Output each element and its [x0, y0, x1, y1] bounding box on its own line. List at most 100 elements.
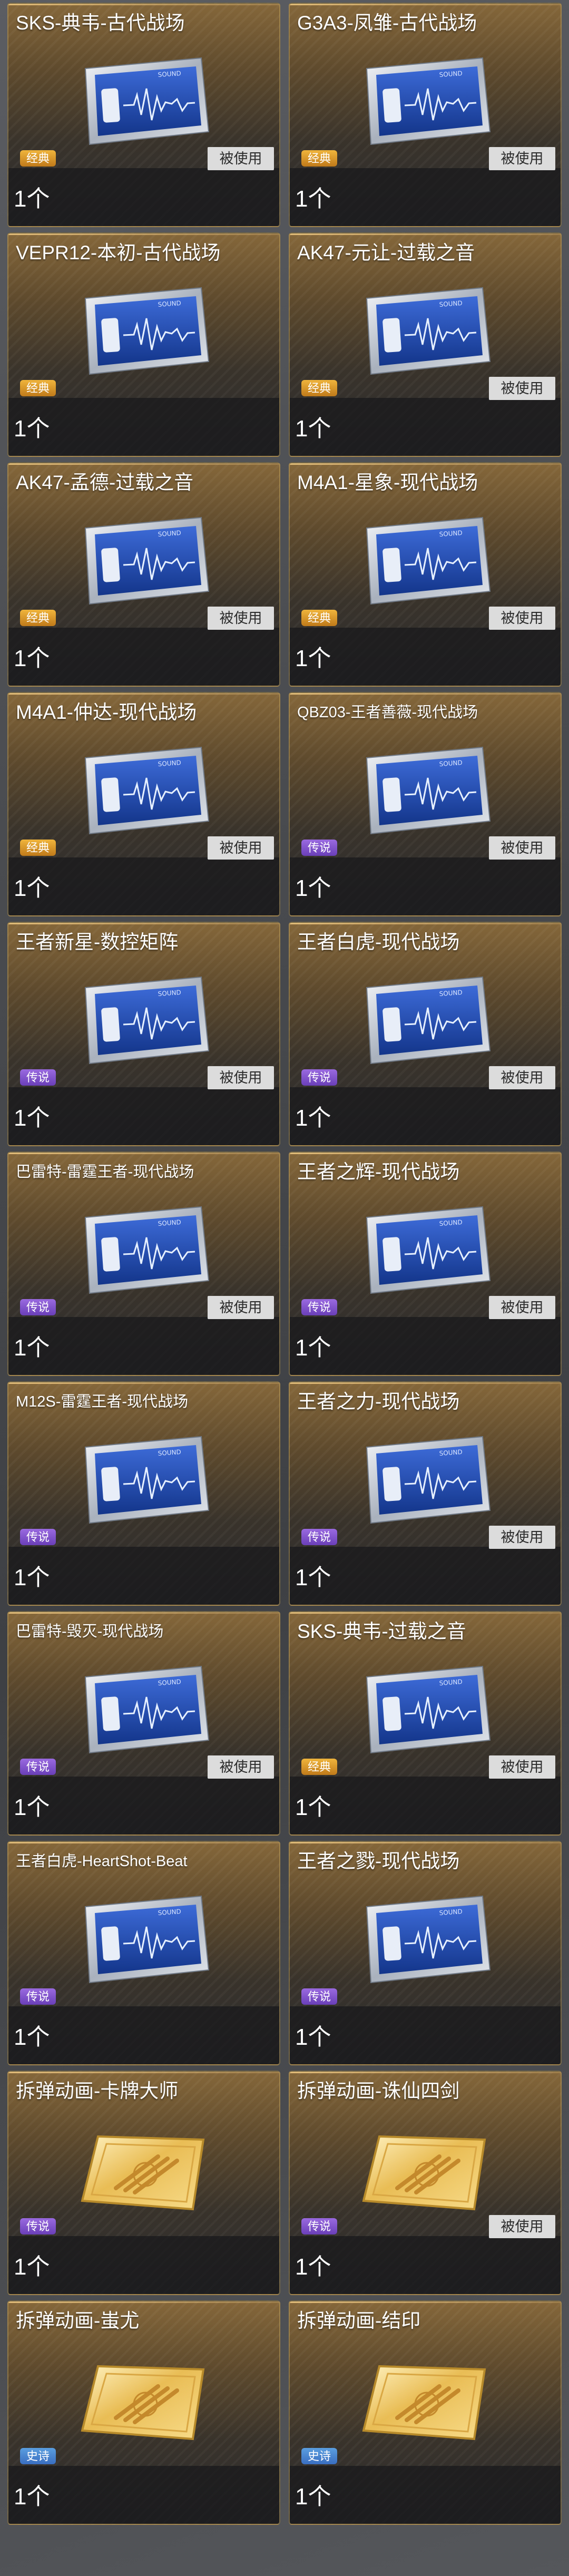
rarity-badge: 经典	[20, 150, 56, 167]
item-name: 拆弹动画-诛仙四剑	[297, 2080, 460, 2102]
item-image: SOUND	[79, 1892, 211, 1987]
item-quantity: 1个	[295, 1794, 331, 1820]
used-status-tag: 被使用	[489, 1526, 555, 1549]
sound-card-icon: SOUND	[84, 1665, 210, 1754]
rarity-badge: 史诗	[301, 2448, 338, 2464]
rarity-badge: 传说	[20, 1299, 56, 1315]
item-quantity: 1个	[295, 2254, 331, 2280]
item-card[interactable]: SKS-典韦-过载之音 SOUND 经典 被使用 1个	[289, 1611, 562, 1836]
item-card[interactable]: M4A1-星象-现代战场 SOUND 经典 被使用 1个	[289, 462, 562, 687]
used-status-tag: 被使用	[489, 2215, 555, 2238]
item-name: 巴雷特-毁灭-现代战场	[16, 1623, 164, 1640]
item-quantity: 1个	[295, 1565, 331, 1591]
item-card[interactable]: 拆弹动画-卡牌大师 传说 1个	[7, 2071, 280, 2295]
item-card[interactable]: 王者之力-现代战场 SOUND 传说 被使用 1个	[289, 1381, 562, 1606]
item-card[interactable]: 巴雷特-雷霆王者-现代战场 SOUND 传说 被使用 1个	[7, 1152, 280, 1376]
sound-card-icon: SOUND	[366, 1665, 491, 1754]
item-image: SOUND	[360, 1432, 492, 1527]
sound-card-icon: SOUND	[84, 746, 210, 835]
used-status-tag: 被使用	[489, 1755, 555, 1779]
item-quantity: 1个	[14, 186, 50, 212]
item-name: M12S-雷霆王者-现代战场	[16, 1393, 189, 1410]
rarity-badge: 经典	[20, 840, 56, 856]
rarity-badge: 传说	[301, 1988, 338, 2005]
item-quantity: 1个	[14, 1565, 50, 1591]
item-card[interactable]: G3A3-凤雏-古代战场 SOUND 经典 被使用 1个	[289, 3, 562, 227]
rarity-badge: 史诗	[20, 2448, 56, 2464]
item-quantity: 1个	[14, 2024, 50, 2050]
item-quantity: 1个	[14, 1105, 50, 1131]
item-image	[79, 2122, 211, 2217]
sound-card-icon: SOUND	[366, 287, 491, 375]
used-status-tag: 被使用	[489, 1066, 555, 1089]
item-grid: SKS-典韦-古代战场 SOUND 经典被使用1个 G3A3-凤雏-古代战场	[7, 0, 562, 2528]
item-image	[79, 2351, 211, 2446]
item-card[interactable]: 巴雷特-毁灭-现代战场 SOUND 传说 被使用 1个	[7, 1611, 280, 1836]
item-card[interactable]: 王者白虎-现代战场 SOUND 传说 被使用 1个	[289, 922, 562, 1146]
item-name: SKS-典韦-过载之音	[297, 1621, 466, 1642]
item-image	[360, 2122, 492, 2217]
sound-card-icon: SOUND	[84, 57, 210, 145]
item-quantity: 1个	[295, 1335, 331, 1361]
item-card[interactable]: 拆弹动画-蚩尤 史诗 1个	[7, 2300, 280, 2525]
item-card[interactable]: 王者白虎-HeartShot-Beat SOUND 传说 1个	[7, 1841, 280, 2065]
rarity-badge: 传说	[301, 2218, 338, 2235]
item-card[interactable]: 王者之辉-现代战场 SOUND 传说 被使用 1个	[289, 1152, 562, 1376]
item-card[interactable]: 王者新星-数控矩阵 SOUND 传说 被使用 1个	[7, 922, 280, 1146]
rarity-badge: 传说	[301, 1069, 338, 1086]
item-name: 巴雷特-雷霆王者-现代战场	[16, 1164, 194, 1180]
item-card[interactable]: M4A1-仲达-现代战场 SOUND 经典 被使用 1个	[7, 692, 280, 916]
rarity-badge: 传说	[301, 840, 338, 856]
used-status-tag: 被使用	[489, 607, 555, 630]
item-card[interactable]: M12S-雷霆王者-现代战场 SOUND 传说 1个	[7, 1381, 280, 1606]
item-image: SOUND	[360, 1892, 492, 1987]
item-image: SOUND	[79, 513, 211, 608]
used-status-tag: 被使用	[489, 1296, 555, 1319]
rarity-badge: 传说	[20, 1988, 56, 2005]
sound-card-icon: SOUND	[366, 746, 491, 835]
item-name: M4A1-星象-现代战场	[297, 472, 478, 493]
item-card[interactable]: 拆弹动画-结印 史诗 1个	[289, 2300, 562, 2525]
item-card[interactable]: AK47-元让-过载之音 SOUND 经典 被使用 1个	[289, 232, 562, 457]
item-image: SOUND	[360, 54, 492, 149]
gold-card-icon	[362, 2135, 486, 2211]
item-quantity: 1个	[14, 2484, 50, 2510]
sound-card-icon: SOUND	[366, 516, 491, 605]
sound-card-icon: SOUND	[366, 976, 491, 1065]
item-quantity: 1个	[295, 646, 331, 671]
sound-card-icon: SOUND	[84, 1436, 210, 1524]
item-image: SOUND	[79, 973, 211, 1068]
item-quantity: 1个	[295, 2484, 331, 2510]
item-quantity: 1个	[295, 1105, 331, 1131]
sound-card-icon: SOUND	[84, 1895, 210, 1984]
item-quantity: 1个	[14, 1794, 50, 1820]
used-status-tag: 被使用	[208, 1755, 274, 1779]
item-card[interactable]: SKS-典韦-古代战场 SOUND 经典 被使用 1个	[7, 3, 280, 227]
item-card[interactable]: VEPR12-本初-古代战场 SOUND 经典 1个	[7, 232, 280, 457]
item-quantity: 1个	[295, 2024, 331, 2050]
item-name: 拆弹动画-结印	[297, 2310, 421, 2331]
item-image	[360, 2351, 492, 2446]
rarity-badge: 传说	[301, 1299, 338, 1315]
used-status-tag: 被使用	[208, 1296, 274, 1319]
item-name: 王者之力-现代战场	[297, 1391, 460, 1412]
gold-card-icon	[81, 2365, 205, 2441]
item-name: 王者白虎-HeartShot-Beat	[16, 1853, 188, 1870]
rarity-badge: 传说	[20, 1069, 56, 1086]
sound-card-icon: SOUND	[366, 1206, 491, 1294]
item-name: 王者新星-数控矩阵	[16, 931, 179, 953]
item-image: SOUND	[79, 1432, 211, 1527]
item-name: 拆弹动画-蚩尤	[16, 2310, 140, 2331]
item-card[interactable]: QBZ03-王者善薇-现代战场 SOUND 传说 被使用 1个	[289, 692, 562, 916]
item-quantity: 1个	[14, 416, 50, 442]
item-image: SOUND	[79, 284, 211, 378]
item-card[interactable]: 拆弹动画-诛仙四剑 传说 被使用 1个	[289, 2071, 562, 2295]
item-name: G3A3-凤雏-古代战场	[297, 12, 477, 34]
sound-card-icon: SOUND	[84, 287, 210, 375]
item-name: 王者白虎-现代战场	[297, 931, 460, 953]
item-card[interactable]: AK47-孟德-过载之音 SOUND 经典 被使用 1个	[7, 462, 280, 687]
item-quantity: 1个	[295, 186, 331, 212]
used-status-tag: 被使用	[208, 1066, 274, 1089]
rarity-badge: 传说	[301, 1529, 338, 1545]
item-card[interactable]: 王者之戮-现代战场 SOUND 传说 1个	[289, 1841, 562, 2065]
